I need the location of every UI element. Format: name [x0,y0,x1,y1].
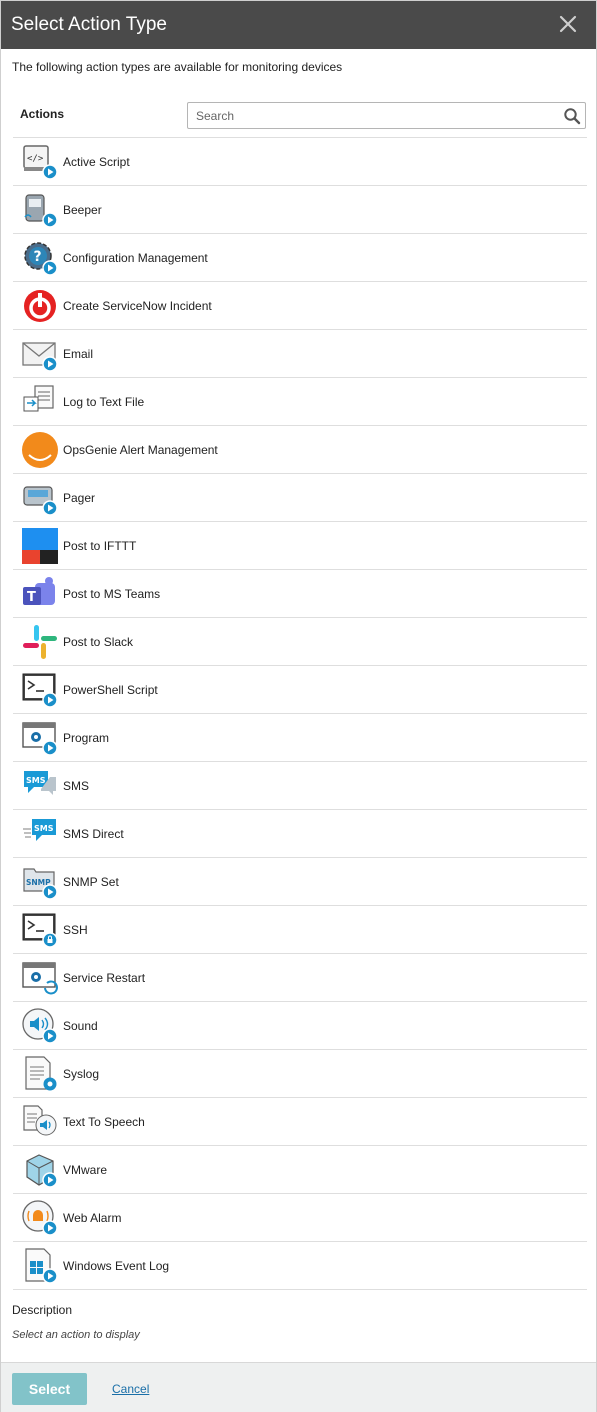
action-item-label: Syslog [63,1066,100,1081]
beeper-icon [21,191,59,229]
text-to-speech-icon [21,1103,59,1141]
select-button[interactable]: Select [12,1373,87,1405]
svg-text:</>: </> [27,154,44,164]
action-item-pager[interactable]: Pager [13,474,587,522]
action-item-label: SMS Direct [63,826,124,841]
action-item-label: Post to IFTTT [63,538,137,553]
action-item-opsgenie-alert-management[interactable]: OpsGenie Alert Management [13,426,587,474]
pager-icon [21,479,59,517]
action-item-label: OpsGenie Alert Management [63,442,218,457]
ms-teams-icon: T [21,575,59,613]
svg-text:SMS: SMS [34,824,54,833]
dialog-footer: Select Cancel [1,1362,596,1412]
action-item-label: Post to MS Teams [63,586,161,601]
log-file-icon [21,383,59,421]
action-item-label: Service Restart [63,970,146,985]
action-item-label: Create ServiceNow Incident [63,298,212,313]
action-item-sms[interactable]: SMS SMS [13,762,587,810]
snmp-icon: SNMP [21,863,59,901]
action-item-program[interactable]: Program [13,714,587,762]
syslog-icon [21,1055,59,1093]
action-item-label: Email [63,346,94,361]
sound-icon [21,1007,59,1045]
servicenow-icon [21,287,59,325]
action-item-label: Active Script [63,154,130,169]
ifttt-icon [21,527,59,565]
action-item-label: Program [63,730,110,745]
action-item-service-restart[interactable]: Service Restart [13,954,587,1002]
slack-icon [21,623,59,661]
action-item-ssh[interactable]: SSH [13,906,587,954]
action-item-label: Beeper [63,202,102,217]
action-item-post-to-ifttt[interactable]: Post to IFTTT [13,522,587,570]
action-item-label: Windows Event Log [63,1258,170,1273]
select-action-type-dialog: Select Action Type The following action … [0,0,597,1412]
svg-text:T: T [27,590,36,605]
ssh-icon [21,911,59,949]
action-item-label: VMware [63,1162,108,1177]
sms-direct-icon: SMS [21,815,59,853]
search-box[interactable] [187,102,586,129]
program-icon [21,719,59,757]
action-item-label: SNMP Set [63,874,119,889]
action-item-active-script[interactable]: </> Active Script [13,138,587,186]
action-item-log-to-text-file[interactable]: Log to Text File [13,378,587,426]
opsgenie-icon [21,431,59,469]
search-input[interactable] [188,103,548,128]
dialog-title-bar: Select Action Type [1,1,596,49]
web-alarm-icon [21,1199,59,1237]
action-item-post-to-slack[interactable]: Post to Slack [13,618,587,666]
action-item-web-alarm[interactable]: Web Alarm [13,1194,587,1242]
actions-column-label: Actions [20,107,65,121]
cancel-link[interactable]: Cancel [112,1382,149,1396]
action-item-label: Post to Slack [63,634,134,649]
sms-icon: SMS [21,767,59,805]
svg-text:?: ? [34,249,42,265]
action-item-create-servicenow-incident[interactable]: Create ServiceNow Incident [13,282,587,330]
action-item-label: Sound [63,1018,98,1033]
action-item-text-to-speech[interactable]: Text To Speech [13,1098,587,1146]
action-item-post-to-ms-teams[interactable]: T Post to MS Teams [13,570,587,618]
action-item-label: SMS [63,778,90,793]
config-gear-icon: ? [21,239,59,277]
script-icon: </> [21,143,59,181]
close-icon[interactable] [558,14,578,34]
action-item-beeper[interactable]: Beeper [13,186,587,234]
email-icon [21,335,59,373]
action-item-email[interactable]: Email [13,330,587,378]
action-item-vmware[interactable]: VMware [13,1146,587,1194]
action-item-label: Pager [63,490,96,505]
action-item-snmp-set[interactable]: SNMP SNMP Set [13,858,587,906]
action-item-sound[interactable]: Sound [13,1002,587,1050]
action-item-sms-direct[interactable]: SMS SMS Direct [13,810,587,858]
vmware-icon [21,1151,59,1189]
windows-event-log-icon [21,1247,59,1285]
action-item-powershell-script[interactable]: PowerShell Script [13,666,587,714]
description-text: Select an action to display [12,1329,140,1341]
action-item-syslog[interactable]: Syslog [13,1050,587,1098]
action-item-label: Web Alarm [63,1210,122,1225]
powershell-icon [21,671,59,709]
service-restart-icon [21,959,59,997]
action-item-label: SSH [63,922,88,937]
action-item-label: Text To Speech [63,1114,145,1129]
action-item-label: Log to Text File [63,394,145,409]
search-icon[interactable] [563,107,581,125]
dialog-title: Select Action Type [11,14,167,35]
action-item-windows-event-log[interactable]: Windows Event Log [13,1242,587,1290]
svg-text:SMS: SMS [26,776,46,785]
action-item-label: PowerShell Script [63,682,158,697]
action-type-list: </> Active Script Beeper? Configuration Man… [13,137,587,1290]
action-item-configuration-management[interactable]: ? Configuration Management [13,234,587,282]
action-item-label: Configuration Management [63,250,208,265]
dialog-subtitle: The following action types are available… [12,60,343,74]
description-label: Description [12,1303,73,1317]
